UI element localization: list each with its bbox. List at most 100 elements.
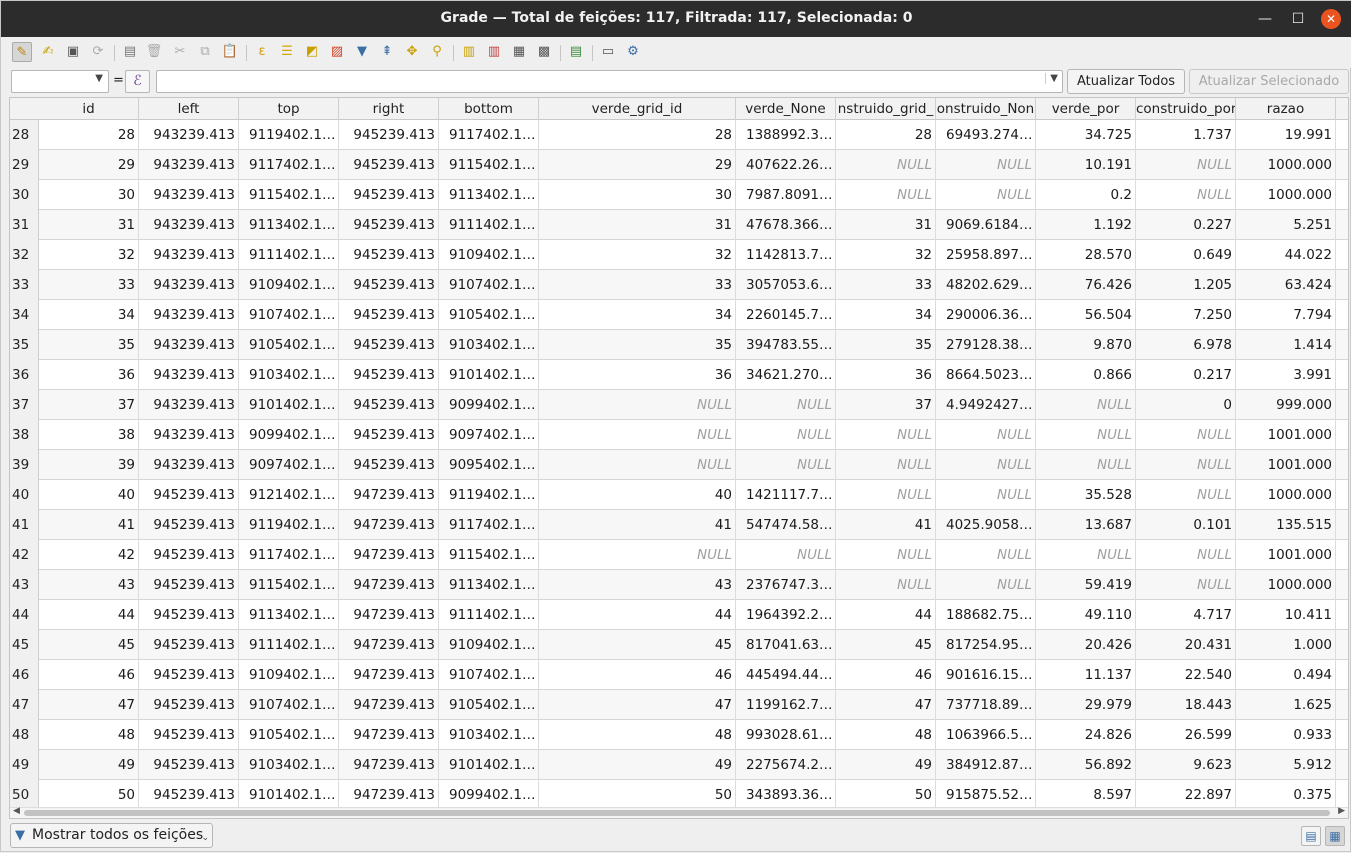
table-cell[interactable]: 3057053.6… — [736, 270, 836, 300]
table-cell[interactable]: 1001.000 — [1236, 540, 1336, 570]
table-cell[interactable]: 43 — [39, 570, 139, 600]
table-cell[interactable]: 9119402.1… — [439, 480, 539, 510]
table-cell[interactable]: 0 — [1136, 390, 1236, 420]
table-cell[interactable]: 9101402.1… — [439, 360, 539, 390]
table-cell[interactable]: 9111402.1… — [439, 600, 539, 630]
table-cell[interactable]: 0.101 — [1136, 510, 1236, 540]
row-header[interactable]: 38 — [10, 420, 39, 450]
table-cell[interactable]: 943239.413 — [139, 330, 239, 360]
column-header-verde-none[interactable]: verde_None — [736, 98, 836, 120]
table-cell[interactable]: NULL — [1136, 570, 1236, 600]
table-cell[interactable]: 945239.413 — [339, 150, 439, 180]
table-row[interactable]: 28 28 943239.413 9119402.1… 945239.413 911740… — [10, 120, 1348, 150]
table-cell[interactable]: 24.826 — [1036, 720, 1136, 750]
new-field-icon[interactable]: ▥ — [459, 42, 479, 62]
actions-icon[interactable]: ⚙ — [623, 42, 643, 62]
row-header[interactable]: 50 — [10, 780, 39, 809]
organize-columns-icon[interactable]: ▦ — [509, 42, 529, 62]
save-edits-icon[interactable]: ▣ — [63, 42, 83, 62]
table-cell[interactable]: 945239.413 — [339, 240, 439, 270]
table-cell[interactable]: 9113402.1… — [239, 210, 339, 240]
table-cell[interactable]: 28 — [539, 120, 736, 150]
expression-select-icon[interactable]: ε — [252, 42, 272, 62]
table-cell[interactable]: 42 — [39, 540, 139, 570]
horizontal-scrollbar[interactable]: ◀ ▶ — [10, 806, 1348, 818]
table-cell[interactable]: 9119402.1… — [239, 120, 339, 150]
table-cell[interactable]: 9121402.1… — [239, 480, 339, 510]
table-cell[interactable]: 37 — [39, 390, 139, 420]
table-cell[interactable]: 30 — [539, 180, 736, 210]
table-cell[interactable]: 8.597 — [1036, 780, 1136, 809]
row-header[interactable]: 28 — [10, 120, 39, 150]
table-cell[interactable]: NULL — [1036, 420, 1136, 450]
table-cell[interactable]: NULL — [736, 450, 836, 480]
table-cell[interactable]: 1199162.7… — [736, 690, 836, 720]
table-cell[interactable]: 9113402.1… — [439, 180, 539, 210]
table-cell[interactable]: 28 — [39, 120, 139, 150]
table-cell[interactable]: 47 — [39, 690, 139, 720]
table-cell[interactable]: 279128.38… — [936, 330, 1036, 360]
table-cell[interactable]: 5.912 — [1236, 750, 1336, 780]
table-cell[interactable]: 945239.413 — [339, 420, 439, 450]
table-cell[interactable]: NULL — [936, 540, 1036, 570]
table-row[interactable]: 45 45 945239.413 9111402.1… 947239.413 910940… — [10, 630, 1348, 660]
row-header[interactable]: 47 — [10, 690, 39, 720]
table-cell[interactable]: 37 — [836, 390, 936, 420]
table-row[interactable]: 35 35 943239.413 9105402.1… 945239.413 910340… — [10, 330, 1348, 360]
maximize-button[interactable]: ☐ — [1288, 9, 1308, 29]
table-cell[interactable]: 39 — [39, 450, 139, 480]
table-cell[interactable]: 32 — [39, 240, 139, 270]
table-row[interactable]: 48 48 945239.413 9105402.1… 947239.413 910340… — [10, 720, 1348, 750]
table-cell[interactable]: 945239.413 — [339, 360, 439, 390]
table-cell[interactable]: 945239.413 — [139, 780, 239, 809]
table-cell[interactable]: 943239.413 — [139, 360, 239, 390]
table-cell[interactable]: 1001.000 — [1236, 450, 1336, 480]
column-header-verde-por[interactable]: verde_por — [1036, 98, 1136, 120]
table-cell[interactable]: 945239.413 — [139, 630, 239, 660]
table-cell[interactable]: NULL — [836, 570, 936, 600]
table-cell[interactable]: 817254.95… — [936, 630, 1036, 660]
table-cell[interactable]: NULL — [1036, 390, 1136, 420]
table-cell[interactable]: 945239.413 — [139, 750, 239, 780]
table-cell[interactable]: NULL — [836, 450, 936, 480]
table-cell[interactable]: 915875.52… — [936, 780, 1036, 809]
table-cell[interactable]: 9109402.1… — [439, 240, 539, 270]
table-cell[interactable]: 35 — [836, 330, 936, 360]
table-cell[interactable]: 9103402.1… — [439, 720, 539, 750]
close-button[interactable]: ✕ — [1321, 9, 1341, 29]
table-cell[interactable]: 943239.413 — [139, 450, 239, 480]
table-cell[interactable]: 32 — [539, 240, 736, 270]
row-header[interactable]: 40 — [10, 480, 39, 510]
table-cell[interactable]: 19.991 — [1236, 120, 1336, 150]
pan-to-selection-icon[interactable]: ✥ — [402, 42, 422, 62]
table-cell[interactable]: 999.000 — [1236, 390, 1336, 420]
table-cell[interactable]: 9105402.1… — [239, 330, 339, 360]
table-cell[interactable]: 8664.5023… — [936, 360, 1036, 390]
add-feature-icon[interactable]: ▤ — [120, 42, 140, 62]
table-cell[interactable]: 9119402.1… — [239, 510, 339, 540]
table-cell[interactable]: 44 — [836, 600, 936, 630]
table-cell[interactable]: 48 — [539, 720, 736, 750]
table-cell[interactable]: 943239.413 — [139, 420, 239, 450]
table-cell[interactable]: 945239.413 — [139, 690, 239, 720]
table-cell[interactable]: 9105402.1… — [239, 720, 339, 750]
table-cell[interactable]: 901616.15… — [936, 660, 1036, 690]
table-row[interactable]: 40 40 945239.413 9121402.1… 947239.413 911940… — [10, 480, 1348, 510]
table-row[interactable]: 49 49 945239.413 9103402.1… 947239.413 910140… — [10, 750, 1348, 780]
table-cell[interactable]: NULL — [936, 570, 1036, 600]
table-cell[interactable]: 943239.413 — [139, 300, 239, 330]
table-cell[interactable]: 40 — [39, 480, 139, 510]
table-cell[interactable]: NULL — [936, 180, 1036, 210]
table-cell[interactable]: 947239.413 — [339, 780, 439, 809]
table-cell[interactable]: 29 — [39, 150, 139, 180]
table-cell[interactable]: 1.192 — [1036, 210, 1136, 240]
table-cell[interactable]: 36 — [39, 360, 139, 390]
table-cell[interactable]: 69493.274… — [936, 120, 1036, 150]
table-cell[interactable]: 56.504 — [1036, 300, 1136, 330]
paste-icon[interactable]: 📋 — [220, 42, 240, 62]
table-row[interactable]: 37 37 943239.413 9101402.1… 945239.413 909940… — [10, 390, 1348, 420]
scrollbar-thumb[interactable] — [24, 810, 1330, 816]
table-cell[interactable]: 9097402.1… — [439, 420, 539, 450]
table-cell[interactable]: 46 — [539, 660, 736, 690]
table-cell[interactable]: 947239.413 — [339, 540, 439, 570]
